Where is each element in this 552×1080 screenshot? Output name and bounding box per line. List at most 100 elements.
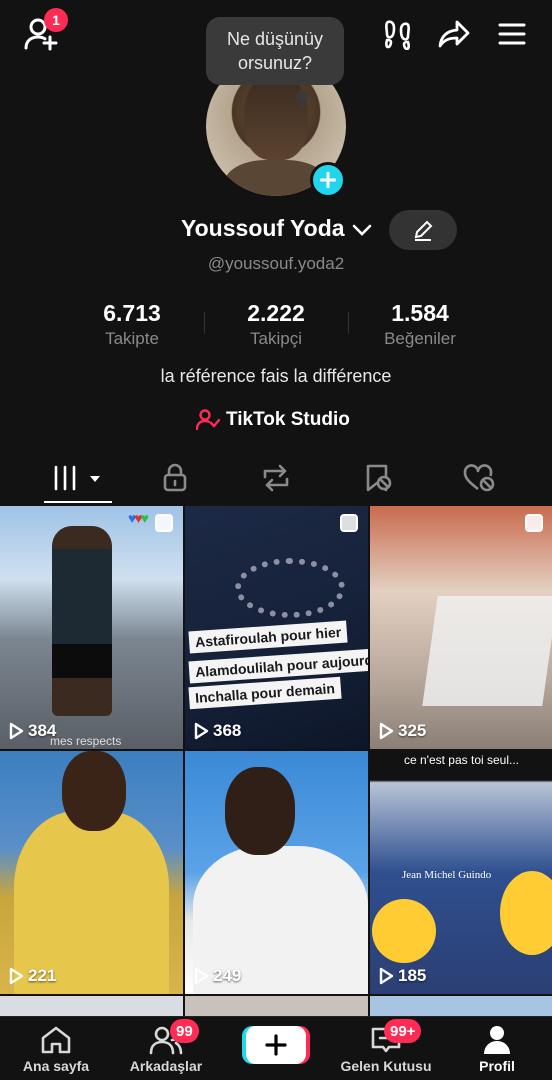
video-text-overlay: Astafiroulah pour hier Alamdoulilah pour… <box>188 620 368 710</box>
status-bubble[interactable]: Ne düşünüy orsunuz? <box>206 17 344 85</box>
view-count-value: 325 <box>398 721 427 740</box>
pinned-icon <box>340 514 358 532</box>
nav-home-label: Ana sayfa <box>22 1058 90 1074</box>
nav-profile-label: Profil <box>479 1058 515 1074</box>
share-profile-button[interactable] <box>434 14 474 54</box>
home-icon <box>41 1026 71 1054</box>
bubble-tail <box>296 90 308 102</box>
likes-label: Beğeniler <box>384 329 456 348</box>
nav-friends-label: Arkadaşlar <box>129 1058 203 1074</box>
nav-profile[interactable]: Profil <box>468 1025 526 1080</box>
menu-button[interactable] <box>492 14 532 54</box>
view-count-value: 368 <box>213 721 242 740</box>
video-grid: ♥♥♥ mes respects 384 Astafiroulah pour h… <box>0 506 552 1016</box>
profile-icon <box>484 1026 510 1054</box>
laughing-emoji <box>500 871 552 955</box>
stat-followers[interactable]: 2.222 Takipçi <box>206 300 346 349</box>
video-tile[interactable]: ♥♥♥ mes respects 384 <box>0 506 183 749</box>
repost-icon <box>263 464 289 492</box>
video-tile[interactable]: Astafiroulah pour hier Alamdoulilah pour… <box>185 506 368 749</box>
video-caption: mes respects <box>50 734 122 748</box>
chevron-down-icon[interactable] <box>351 220 373 240</box>
view-count-value: 221 <box>28 966 57 985</box>
nav-inbox-label: Gelen Kutusu <box>340 1058 432 1074</box>
bookmark-hidden-icon <box>366 464 392 492</box>
video-caption: ce n'est pas toi seul... <box>403 753 520 767</box>
stat-divider <box>348 312 349 334</box>
play-icon <box>194 967 209 985</box>
heart-hidden-icon <box>463 464 495 492</box>
thumbnail-person <box>62 751 126 831</box>
video-overlay-text: Jean Michel Guindo <box>402 869 492 881</box>
active-tab-indicator <box>44 501 112 503</box>
play-icon <box>194 722 209 740</box>
stat-following[interactable]: 6.713 Takipte <box>62 300 202 349</box>
view-count: 325 <box>378 721 426 741</box>
add-friend-button[interactable]: 1 <box>20 8 68 54</box>
likes-count: 1.584 <box>391 300 449 326</box>
footprints-icon <box>385 20 410 50</box>
lock-icon <box>163 463 187 492</box>
video-tile[interactable]: 221 <box>0 751 183 994</box>
create-video-button[interactable] <box>246 1026 306 1064</box>
next-row-preview <box>0 996 552 1016</box>
view-count: 221 <box>8 966 56 986</box>
stat-divider <box>204 312 205 334</box>
nav-friends[interactable]: 99 Arkadaşlar <box>124 1019 208 1080</box>
bubble-tail-small <box>300 103 306 109</box>
video-tile-partial[interactable] <box>185 996 368 1016</box>
profile-name[interactable]: Youssouf Yoda <box>181 215 345 242</box>
following-count: 6.713 <box>103 300 161 326</box>
add-avatar-button[interactable] <box>310 162 346 198</box>
following-label: Takipte <box>105 329 159 348</box>
videos-grid-icon <box>54 465 100 491</box>
thumbnail-person <box>52 526 112 716</box>
followers-count: 2.222 <box>247 300 305 326</box>
video-tile[interactable]: ce n'est pas toi seul... Jean Michel Gui… <box>370 751 552 994</box>
video-tile-partial[interactable] <box>0 996 183 1016</box>
bottom-nav: Ana sayfa 99 Arkadaşlar 99+ Gelen Kutusu… <box>0 1016 552 1080</box>
laughing-emoji <box>372 899 436 963</box>
view-count: 384 <box>8 721 56 741</box>
thumbnail-person <box>225 767 295 855</box>
visitors-button[interactable] <box>378 14 418 54</box>
avatar-face <box>244 74 308 160</box>
play-icon <box>379 722 394 740</box>
play-icon <box>9 967 24 985</box>
view-count-value: 185 <box>398 966 427 985</box>
profile-stats: 6.713 Takipte 2.222 Takipçi 1.584 Beğeni… <box>0 300 552 352</box>
view-count: 249 <box>193 966 241 986</box>
prayer-beads <box>235 558 345 618</box>
followers-label: Takipçi <box>250 329 302 348</box>
nav-inbox[interactable]: 99+ Gelen Kutusu <box>334 1019 438 1080</box>
content-tabs <box>0 452 552 504</box>
tab-reposts[interactable] <box>246 458 306 498</box>
studio-user-icon <box>196 409 220 431</box>
overlay-line: Astafiroulah pour hier <box>188 620 348 654</box>
pinned-icon <box>155 514 173 532</box>
play-icon <box>379 967 394 985</box>
video-tile[interactable]: 325 <box>370 506 552 749</box>
friends-badge: 99 <box>170 1019 199 1043</box>
profile-bio: la référence fais la différence <box>160 366 392 386</box>
stat-likes[interactable]: 1.584 Beğeniler <box>350 300 490 349</box>
pinned-icon <box>525 514 543 532</box>
plus-icon <box>265 1034 287 1056</box>
overlay-line: Alamdoulilah pour aujourd'hui <box>188 646 368 684</box>
tab-private[interactable] <box>145 458 205 498</box>
tab-liked[interactable] <box>449 458 509 498</box>
video-tile-partial[interactable] <box>370 996 552 1016</box>
view-count: 185 <box>378 966 426 986</box>
video-tile[interactable]: 249 <box>185 751 368 994</box>
nav-home[interactable]: Ana sayfa <box>18 1025 94 1080</box>
edit-profile-button[interactable] <box>389 210 457 250</box>
hamburger-menu-icon <box>498 23 526 45</box>
tab-videos[interactable] <box>48 458 108 498</box>
view-count-value: 384 <box>28 721 57 740</box>
play-icon <box>9 722 24 740</box>
notification-badge: 1 <box>44 8 68 32</box>
hearts-emoji: ♥♥♥ <box>128 510 149 526</box>
tiktok-studio-link[interactable]: TikTok Studio <box>196 406 350 434</box>
view-count: 368 <box>193 721 241 741</box>
tab-saved[interactable] <box>348 458 408 498</box>
